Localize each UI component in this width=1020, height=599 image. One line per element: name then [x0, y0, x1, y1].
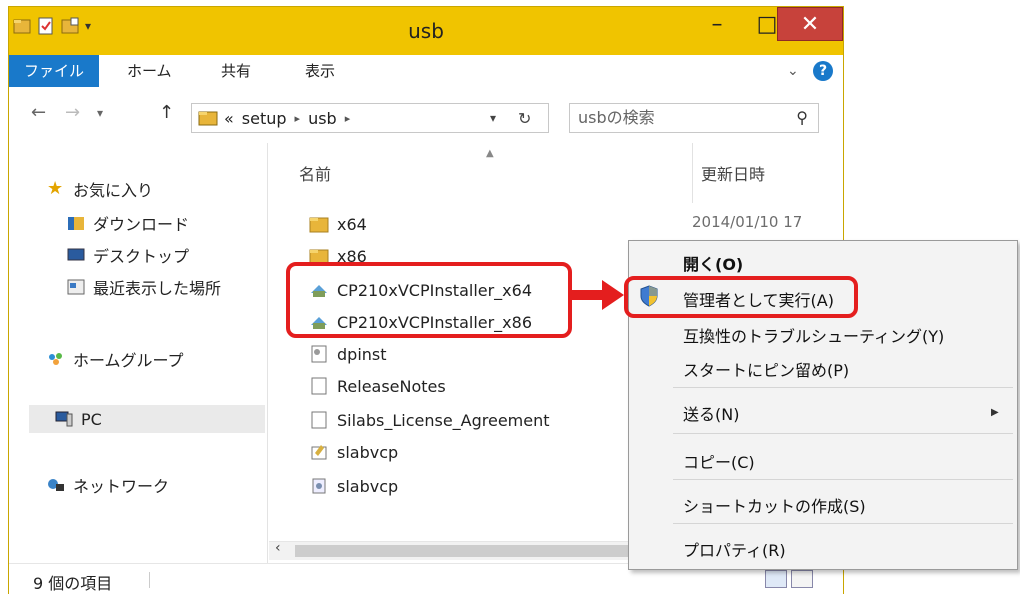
menu-separator	[673, 433, 1013, 434]
file-name: Silabs_License_Agreement	[337, 410, 550, 430]
sidebar-item-label: デスクトップ	[93, 247, 190, 266]
sort-ascending-icon: ▲	[486, 148, 494, 159]
tab-view[interactable]: 表示	[305, 55, 335, 87]
breadcrumb-separator[interactable]: ▸	[295, 112, 301, 125]
menu-item-send-to[interactable]: 送る(N)	[683, 401, 739, 425]
tab-home[interactable]: ホーム	[127, 55, 172, 87]
file-date: 2014/01/10 17	[692, 213, 803, 231]
column-divider[interactable]	[692, 143, 693, 203]
sidebar-item-label: ホームグループ	[73, 351, 184, 370]
setup-info-icon	[312, 478, 326, 494]
menu-item-open[interactable]: 開く(O)	[683, 251, 743, 275]
up-button[interactable]: ↑	[159, 102, 174, 123]
recent-locations-icon[interactable]: ▾	[97, 106, 103, 120]
menu-item-troubleshoot[interactable]: 互換性のトラブルシューティング(Y)	[683, 323, 944, 347]
star-icon: ★	[47, 178, 64, 199]
sidebar-item-label: ネットワーク	[73, 477, 170, 496]
expand-ribbon-icon[interactable]: ⌄	[787, 63, 799, 79]
menu-item-properties[interactable]: プロパティ(R)	[683, 537, 786, 561]
search-input[interactable]: usbの検索 ⚲	[569, 103, 819, 133]
annotation-arrow	[572, 290, 604, 300]
sidebar-item-recent-places[interactable]: 最近表示した場所	[67, 275, 221, 299]
catalog-file-icon	[311, 445, 327, 460]
file-name: dpinst	[337, 344, 387, 364]
recent-places-icon	[67, 279, 85, 295]
file-name: ReleaseNotes	[337, 376, 446, 396]
ribbon-tabs: ファイル ホーム 共有 表示 ⌄ ?	[9, 55, 843, 88]
sidebar-item-label: お気に入り	[73, 181, 154, 200]
address-overflow[interactable]: «	[224, 109, 234, 128]
folder-icon	[309, 217, 329, 233]
refresh-icon[interactable]: ↻	[518, 109, 531, 128]
breadcrumb-setup[interactable]: setup	[242, 109, 287, 128]
close-button[interactable]: ✕	[777, 7, 843, 41]
minimize-button[interactable]: –	[697, 7, 737, 41]
status-divider	[149, 572, 150, 588]
run-as-admin-highlight	[624, 276, 858, 318]
submenu-arrow-icon: ▶	[991, 407, 999, 418]
breadcrumb-separator[interactable]: ▸	[345, 112, 351, 125]
file-row[interactable]: ReleaseNotes	[309, 371, 446, 401]
menu-item-create-shortcut[interactable]: ショートカットの作成(S)	[683, 493, 866, 517]
tab-share[interactable]: 共有	[221, 55, 251, 87]
config-file-icon	[311, 345, 327, 363]
text-file-icon	[311, 411, 327, 429]
folder-icon	[198, 111, 218, 126]
desktop-icon	[67, 248, 85, 261]
title-bar[interactable]: ▾ usb – □ ✕	[9, 7, 843, 55]
navigation-bar: ← → ▾ ↑ « setup ▸ usb ▸ ▾ ↻ usbの検索 ⚲	[9, 87, 843, 143]
column-header-date[interactable]: 更新日時	[701, 161, 765, 185]
address-bar[interactable]: « setup ▸ usb ▸ ▾ ↻	[191, 103, 549, 133]
annotation-arrow-head	[602, 280, 624, 310]
network-icon	[48, 479, 64, 491]
file-row[interactable]: slabvcp	[309, 471, 398, 501]
sidebar-item-label: 最近表示した場所	[93, 279, 222, 298]
address-dropdown-icon[interactable]: ▾	[490, 111, 496, 125]
back-button[interactable]: ←	[31, 102, 46, 123]
menu-separator	[673, 387, 1013, 388]
file-name: x64	[337, 214, 367, 234]
file-name: slabvcp	[337, 442, 399, 462]
sidebar-item-network[interactable]: ネットワーク	[47, 473, 169, 497]
large-icons-view-icon[interactable]	[791, 570, 813, 588]
tab-file[interactable]: ファイル	[9, 55, 99, 87]
sidebar-item-desktop[interactable]: デスクトップ	[67, 243, 189, 267]
menu-item-pin-to-start[interactable]: スタートにピン留め(P)	[683, 357, 849, 381]
help-icon[interactable]: ?	[813, 61, 833, 81]
computer-icon	[55, 411, 73, 427]
sidebar-item-pc[interactable]: PC	[29, 405, 265, 433]
column-header-name[interactable]: 名前	[299, 161, 331, 185]
file-row[interactable]: Silabs_License_Agreement	[309, 405, 550, 435]
sidebar-item-homegroup[interactable]: ホームグループ	[47, 347, 184, 371]
sidebar-item-downloads[interactable]: ダウンロード	[67, 211, 189, 235]
downloads-folder-icon	[68, 217, 84, 230]
breadcrumb-usb[interactable]: usb	[308, 109, 337, 128]
file-row[interactable]: x64	[309, 209, 367, 239]
homegroup-icon	[49, 353, 62, 365]
navigation-pane: ★ お気に入り ダウンロード デスクトップ 最近表示した場所 ホームグループ P…	[9, 143, 268, 563]
scroll-left-icon[interactable]: ‹	[275, 540, 281, 556]
file-name: slabvcp	[337, 476, 399, 496]
item-count: 9 個の項目	[33, 574, 113, 593]
file-row[interactable]: dpinst	[309, 339, 387, 369]
search-placeholder: usbの検索	[578, 108, 655, 127]
menu-item-copy[interactable]: コピー(C)	[683, 449, 755, 473]
sidebar-item-favorites[interactable]: ★ お気に入り	[47, 177, 153, 201]
menu-separator	[673, 479, 1013, 480]
forward-button[interactable]: →	[65, 102, 80, 123]
text-file-icon	[311, 377, 327, 395]
file-row[interactable]: slabvcp	[309, 437, 398, 467]
details-view-icon[interactable]	[765, 570, 787, 588]
menu-separator	[673, 523, 1013, 524]
installer-highlight	[286, 262, 572, 338]
search-icon[interactable]: ⚲	[796, 104, 808, 132]
sidebar-item-label: ダウンロード	[93, 215, 190, 234]
sidebar-item-label: PC	[81, 409, 102, 429]
